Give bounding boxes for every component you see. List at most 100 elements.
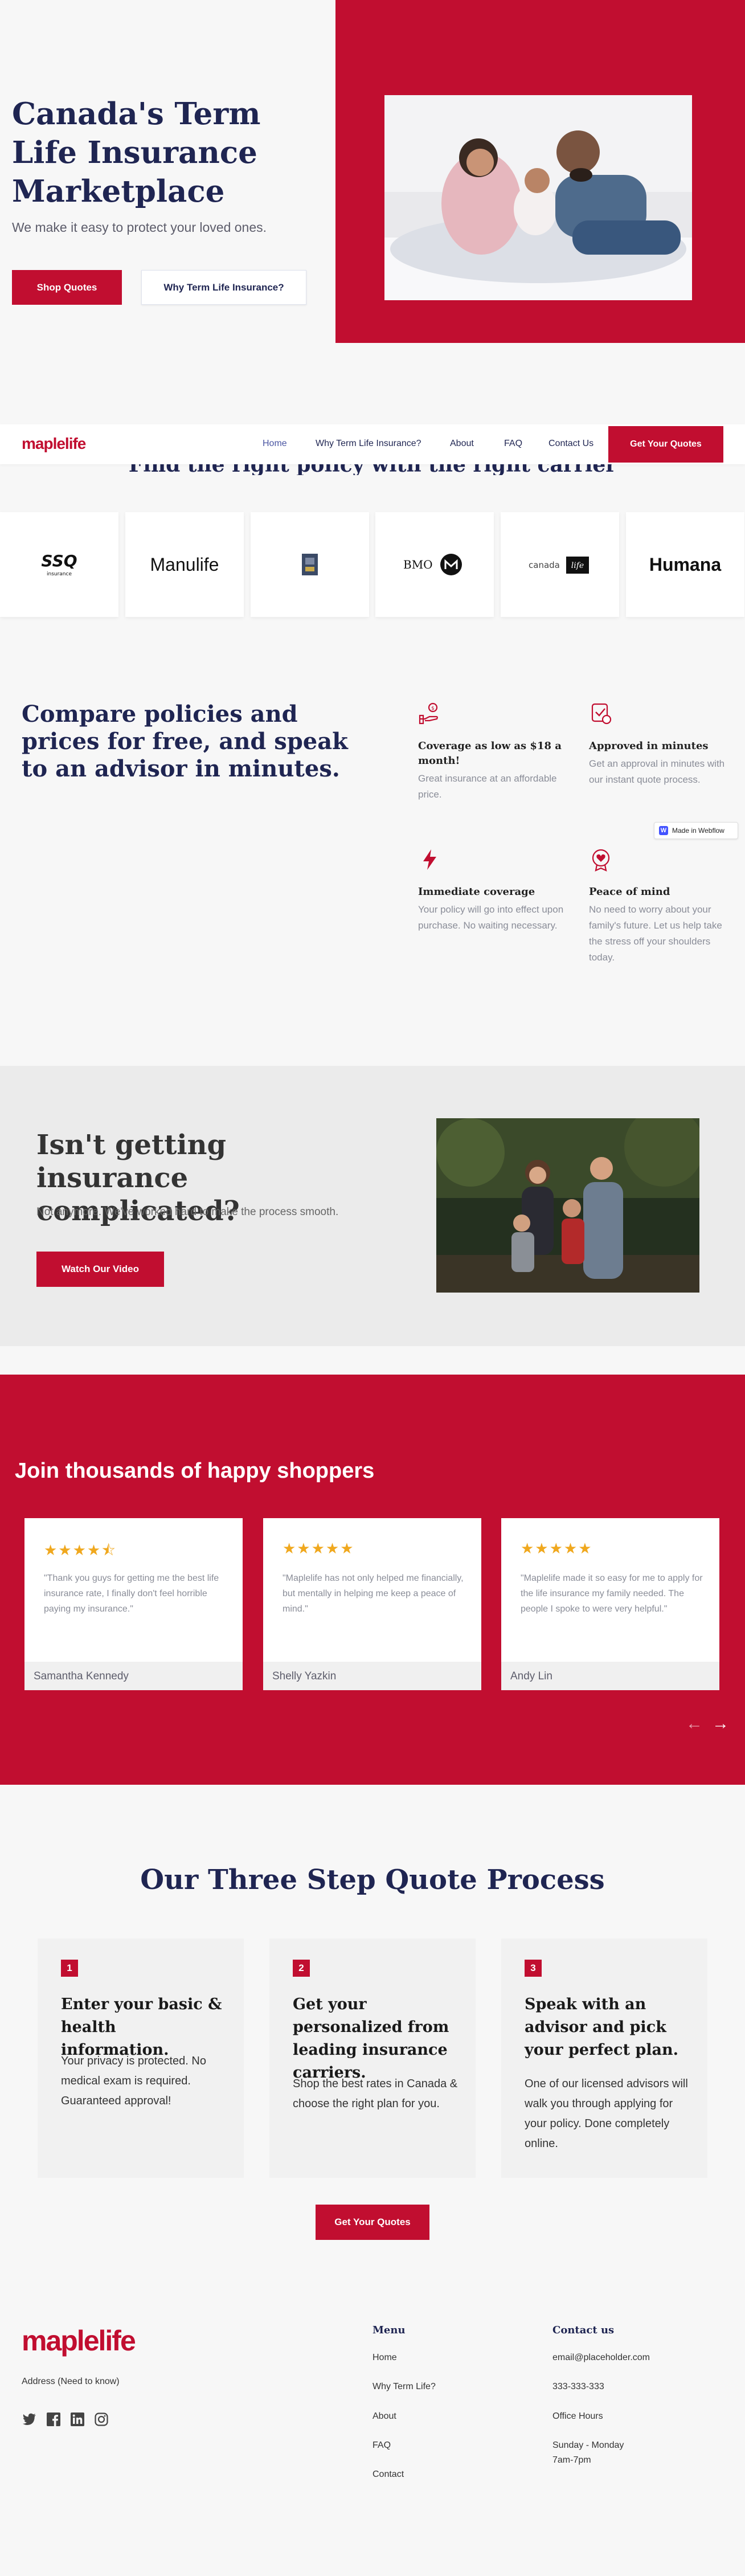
step-card: 2 Get your personalized from leading ins…	[269, 1939, 476, 2178]
office-hours-time: 7am-7pm	[552, 2455, 591, 2465]
get-quotes-button[interactable]: Get Your Quotes	[316, 2205, 429, 2240]
family-photo	[384, 95, 692, 300]
linkedin-icon[interactable]	[69, 2411, 85, 2427]
humana-wordmark: Humana	[649, 554, 722, 575]
testimonial-quote: "Thank you guys for getting me the best …	[44, 1573, 219, 1614]
testimonial-card: ★★★★⯪ "Thank you guys for getting me the…	[24, 1518, 243, 1690]
step-number: 2	[293, 1960, 310, 1977]
family-outdoor-photo	[436, 1118, 699, 1293]
arrow-right-icon[interactable]: →	[712, 1714, 729, 1733]
step-title: Speak with an advisor and pick your perf…	[525, 1996, 678, 2059]
webflow-badge-label: Made in Webflow	[672, 827, 724, 835]
svg-text:insurance: insurance	[47, 571, 72, 577]
svg-text:$: $	[431, 706, 435, 712]
testimonial-footer: Samantha Kennedy	[24, 1662, 243, 1690]
testimonials-section: Join thousands of happy shoppers ★★★★⯪ "…	[0, 1375, 745, 1785]
feature-description: Your policy will go into effect upon pur…	[418, 904, 564, 931]
heart-badge-icon	[592, 849, 610, 872]
hero-section: Canada's Term Life Insurance Marketplace…	[0, 0, 745, 343]
watch-video-button[interactable]: Watch Our Video	[36, 1252, 164, 1287]
nav-link-why-term-life[interactable]: Why Term Life Insurance?	[316, 439, 421, 449]
star-rating: ★★★★★	[283, 1540, 355, 1557]
star-rating: ★★★★★	[521, 1540, 593, 1557]
footer-email[interactable]: email@placeholder.com	[552, 2350, 650, 2365]
testimonial-quote: "Maplelife made it so easy for me to app…	[521, 1573, 703, 1614]
footer-link-about[interactable]: About	[372, 2411, 396, 2422]
step-title: Get your personalized from leading insur…	[293, 1996, 449, 2082]
instagram-icon[interactable]	[93, 2411, 109, 2427]
svg-text:life: life	[571, 561, 584, 570]
step-number: 1	[61, 1960, 78, 1977]
logo[interactable]: maplelife	[22, 435, 86, 453]
testimonial-footer: Andy Lin	[501, 1662, 719, 1690]
made-in-webflow-badge[interactable]: W Made in Webflow	[654, 822, 738, 839]
hand-coin-icon: $	[419, 702, 438, 725]
office-hours-days: Sunday - Monday	[552, 2440, 624, 2450]
carrier-logo-canada-life: canada life	[501, 512, 619, 617]
testimonial-name: Shelly Yazkin	[272, 1670, 337, 1682]
feature-approved: Approved in minutes Get an approval in m…	[589, 702, 737, 788]
feature-coverage: $ Coverage as low as $18 a month! Great …	[418, 702, 566, 803]
facebook-icon[interactable]	[46, 2411, 62, 2427]
feature-description: Great insurance at an affordable price.	[418, 773, 557, 800]
carrier-logo-rbc	[251, 512, 369, 617]
get-quotes-nav-button[interactable]: Get Your Quotes	[608, 426, 723, 463]
nav-link-home[interactable]: Home	[263, 439, 287, 449]
testimonial-card: ★★★★★ "Maplelife made it so easy for me …	[501, 1518, 719, 1690]
arrow-left-icon[interactable]: ←	[686, 1714, 703, 1733]
testimonial-name: Samantha Kennedy	[34, 1670, 129, 1682]
social-links	[22, 2411, 109, 2427]
footer-link-why-term-life[interactable]: Why Term Life?	[372, 2382, 436, 2392]
step-description: One of our licensed advisors will walk y…	[525, 2078, 688, 2150]
step-description: Your privacy is protected. No medical ex…	[61, 2055, 206, 2107]
testimonials-title: Join thousands of happy shoppers	[15, 1459, 375, 1483]
feature-title: Approved in minutes	[589, 740, 709, 752]
footer-menu-title: Menu	[372, 2324, 406, 2336]
navbar: maplelife Home Why Term Life Insurance? …	[0, 424, 745, 464]
nav-link-contact[interactable]: Contact Us	[548, 439, 593, 449]
feature-title: Coverage as low as $18 a month!	[418, 740, 562, 767]
carrier-logo-humana: Humana	[626, 512, 744, 617]
carrier-logo-bmo: BMO	[375, 512, 494, 617]
carrier-logo-ssq: SSQ insurance	[0, 512, 118, 617]
testimonial-quote: "Maplelife has not only helped me financ…	[283, 1573, 464, 1614]
footer-link-contact[interactable]: Contact	[372, 2469, 404, 2480]
svg-text:SSQ: SSQ	[41, 551, 77, 570]
carrier-logo-manulife: Manulife	[125, 512, 244, 617]
twitter-icon[interactable]	[22, 2411, 38, 2427]
footer-address: Address (Need to know)	[22, 2377, 120, 2386]
nav-link-faq[interactable]: FAQ	[504, 439, 522, 449]
office-hours-label: Office Hours	[552, 2411, 603, 2421]
feature-immediate: Immediate coverage Your policy will go i…	[418, 848, 566, 934]
testimonial-footer: Shelly Yazkin	[263, 1662, 481, 1690]
steps-title: Our Three Step Quote Process	[140, 1864, 605, 1896]
hero-title: Canada's Term Life Insurance Marketplace	[12, 96, 261, 209]
star-rating: ★★★★⯪	[44, 1541, 117, 1559]
why-term-life-button[interactable]: Why Term Life Insurance?	[141, 270, 306, 305]
hero-subtitle: We make it easy to protect your loved on…	[12, 220, 267, 235]
approval-badge-icon	[591, 703, 612, 725]
testimonial-name: Andy Lin	[510, 1670, 552, 1682]
nav-link-about[interactable]: About	[450, 439, 474, 449]
feature-title: Immediate coverage	[418, 886, 535, 898]
compare-title: Compare policies and prices for free, an…	[22, 701, 348, 782]
shop-quotes-button[interactable]: Shop Quotes	[12, 270, 122, 305]
feature-peace: Peace of mind No need to worry about you…	[589, 848, 737, 966]
step-card: 1 Enter your basic & health information.…	[38, 1939, 244, 2178]
footer-contact-title: Contact us	[552, 2324, 615, 2336]
step-card: 3 Speak with an advisor and pick your pe…	[501, 1939, 707, 2178]
complicated-subtitle: Not anymore. We've worked hard to make t…	[36, 1206, 339, 1218]
footer-logo[interactable]: maplelife	[22, 2324, 136, 2357]
svg-text:BMO: BMO	[403, 558, 433, 571]
testimonial-card: ★★★★★ "Maplelife has not only helped me …	[263, 1518, 481, 1690]
lightning-icon	[423, 849, 436, 870]
footer-link-faq[interactable]: FAQ	[372, 2440, 391, 2451]
webflow-icon: W	[659, 826, 668, 835]
feature-description: Get an approval in minutes with our inst…	[589, 758, 725, 785]
manulife-wordmark: Manulife	[150, 554, 219, 575]
feature-description: No need to worry about your family's fut…	[589, 904, 722, 963]
feature-title: Peace of mind	[589, 886, 670, 898]
footer-phone[interactable]: 333-333-333	[552, 2379, 604, 2394]
footer-link-home[interactable]: Home	[372, 2353, 397, 2363]
step-description: Shop the best rates in Canada & choose t…	[293, 2078, 458, 2110]
